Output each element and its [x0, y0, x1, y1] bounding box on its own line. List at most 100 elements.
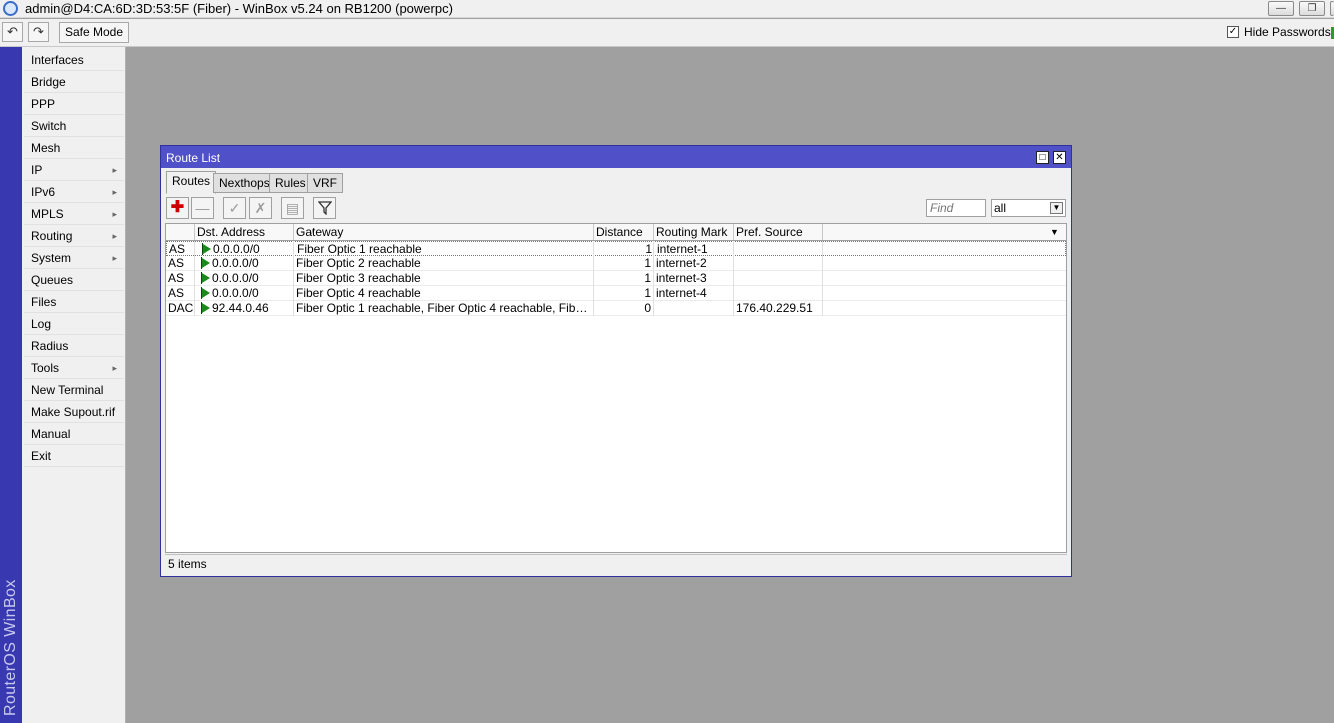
minimize-icon[interactable]: —: [1268, 1, 1294, 16]
sidebar-item-label: Tools: [31, 361, 60, 375]
chevron-down-icon[interactable]: ▼: [1050, 202, 1063, 214]
tab-routes[interactable]: Routes: [166, 171, 217, 194]
hide-passwords-label: Hide Passwords: [1244, 25, 1331, 39]
row-pref-source: [737, 242, 822, 256]
submenu-arrow-icon: ▸: [112, 187, 117, 197]
sidebar-item-interfaces[interactable]: Interfaces: [24, 49, 124, 71]
route-active-flag-icon: [202, 258, 210, 268]
row-flags: AS: [169, 242, 186, 256]
table-row[interactable]: AS 0.0.0.0/0 Fiber Optic 4 reachable 1 inter…: [166, 286, 1066, 301]
sidebar-item-label: Make Supout.rif: [31, 405, 116, 419]
sidebar-item-mpls[interactable]: MPLS ▸: [24, 203, 124, 225]
find-input[interactable]: [926, 199, 986, 217]
column-dst-address-label: Dst. Address: [197, 225, 266, 239]
filter-select[interactable]: all ▼: [991, 199, 1066, 217]
row-gateway: Fiber Optic 1 reachable: [297, 242, 422, 256]
row-flags: DAC: [168, 301, 194, 315]
row-dst-address: 0.0.0.0/0: [212, 256, 259, 270]
sidebar-item-label: Queues: [31, 273, 74, 287]
sidebar-item-label: Files: [31, 295, 57, 309]
row-gateway: Fiber Optic 1 reachable, Fiber Optic 4 r…: [296, 301, 592, 315]
row-routing-mark: internet-4: [656, 286, 707, 300]
sidebar-item-ip[interactable]: IP ▸: [24, 159, 124, 181]
restore-icon[interactable]: ❐: [1299, 1, 1325, 16]
disable-icon[interactable]: ✗: [249, 197, 272, 219]
sidebar-item-routing[interactable]: Routing ▸: [24, 225, 124, 247]
sidebar-item-system[interactable]: System ▸: [24, 247, 124, 269]
winbox-app-icon: [3, 1, 18, 16]
sidebar-item-label: Manual: [31, 427, 71, 441]
tab-nexthops[interactable]: Nexthops: [213, 173, 276, 193]
enable-icon[interactable]: ✓: [223, 197, 246, 219]
table-row[interactable]: AS 0.0.0.0/0 Fiber Optic 1 reachable 1 inter…: [166, 241, 1066, 256]
table-row[interactable]: AS 0.0.0.0/0 Fiber Optic 3 reachable 1 inter…: [166, 271, 1066, 286]
remove-icon[interactable]: —: [191, 197, 214, 219]
table-header: Dst. Address ⁄ Gateway Distance Routing …: [166, 224, 1066, 241]
sidebar-item-bridge[interactable]: Bridge: [24, 71, 124, 93]
column-distance[interactable]: Distance: [594, 224, 654, 240]
comment-icon[interactable]: ▤: [281, 197, 304, 219]
column-pref-source[interactable]: Pref. Source: [734, 224, 823, 240]
filter-select-value: all: [994, 201, 1007, 215]
row-distance: 0: [644, 301, 651, 315]
submenu-arrow-icon: ▸: [112, 209, 117, 219]
sidebar-item-manual[interactable]: Manual: [24, 423, 124, 445]
row-flags: AS: [168, 256, 185, 270]
close-icon[interactable]: [1330, 1, 1334, 16]
table-row[interactable]: AS 0.0.0.0/0 Fiber Optic 2 reachable 1 inter…: [166, 256, 1066, 271]
status-bar: 5 items: [165, 554, 1067, 574]
column-routing-mark[interactable]: Routing Mark: [654, 224, 734, 240]
window-maximize-icon[interactable]: □: [1036, 151, 1049, 164]
sidebar-item-ppp[interactable]: PPP: [24, 93, 124, 115]
columns-menu-icon[interactable]: ▼: [1050, 227, 1059, 237]
row-dst-address: 92.44.0.46: [212, 301, 269, 315]
tab-rules[interactable]: Rules: [269, 173, 312, 193]
row-gateway: Fiber Optic 3 reachable: [296, 271, 421, 285]
row-dst-address: 0.0.0.0/0: [212, 286, 259, 300]
table-row[interactable]: DAC 92.44.0.46 Fiber Optic 1 reachable, Fi…: [166, 301, 1066, 316]
brand-text: RouterOS WinBox: [2, 579, 19, 716]
sidebar-item-new-terminal[interactable]: New Terminal: [24, 379, 124, 401]
sidebar-item-files[interactable]: Files: [24, 291, 124, 313]
item-count: 5 items: [168, 557, 207, 571]
sidebar-item-label: Log: [31, 317, 52, 331]
submenu-arrow-icon: ▸: [112, 231, 117, 241]
sidebar-item-label: Exit: [31, 449, 52, 463]
brand-bar: RouterOS WinBox: [0, 47, 22, 723]
add-icon[interactable]: ✚: [166, 197, 189, 219]
sidebar-item-log[interactable]: Log: [24, 313, 124, 335]
route-list-window: Route List □ ✕ Routes Nexthops Rules VRF…: [160, 145, 1072, 577]
route-active-flag-icon: [202, 303, 210, 313]
hide-passwords-checkbox[interactable]: ✓: [1227, 26, 1239, 38]
undo-icon[interactable]: ↶: [2, 22, 23, 42]
row-flags: AS: [168, 286, 185, 300]
tab-vrf[interactable]: VRF: [307, 173, 343, 193]
row-distance: 1: [645, 242, 652, 256]
redo-icon[interactable]: ↷: [28, 22, 49, 42]
safe-mode-button[interactable]: Safe Mode: [59, 22, 129, 43]
submenu-arrow-icon: ▸: [112, 363, 117, 373]
sidebar-item-queues[interactable]: Queues: [24, 269, 124, 291]
sidebar-item-ipv6[interactable]: IPv6 ▸: [24, 181, 124, 203]
sidebar-item-switch[interactable]: Switch: [24, 115, 124, 137]
route-list-titlebar[interactable]: Route List □ ✕: [161, 146, 1071, 168]
row-dst-address: 0.0.0.0/0: [212, 271, 259, 285]
window-close-icon[interactable]: ✕: [1053, 151, 1066, 164]
column-flags[interactable]: [166, 224, 195, 240]
main-toolbar: ↶ ↷ Safe Mode ✓ Hide Passwords: [0, 19, 1334, 47]
sidebar-item-make-supout-rif[interactable]: Make Supout.rif: [24, 401, 124, 423]
row-pref-source: [736, 271, 821, 285]
sidebar-item-exit[interactable]: Exit: [24, 445, 124, 467]
column-dst-address[interactable]: Dst. Address ⁄: [195, 224, 314, 240]
filter-icon[interactable]: [313, 197, 336, 219]
row-pref-source: [736, 256, 821, 270]
sidebar-item-mesh[interactable]: Mesh: [24, 137, 124, 159]
sidebar-item-tools[interactable]: Tools ▸: [24, 357, 124, 379]
sidebar-item-radius[interactable]: Radius: [24, 335, 124, 357]
column-gateway[interactable]: Gateway: [294, 224, 594, 240]
sidebar-item-label: New Terminal: [31, 383, 104, 397]
route-active-flag-icon: [202, 273, 210, 283]
window-titlebar: admin@D4:CA:6D:3D:53:5F (Fiber) - WinBox…: [0, 0, 1334, 18]
row-routing-mark: internet-1: [657, 242, 708, 256]
row-flags: AS: [168, 271, 185, 285]
